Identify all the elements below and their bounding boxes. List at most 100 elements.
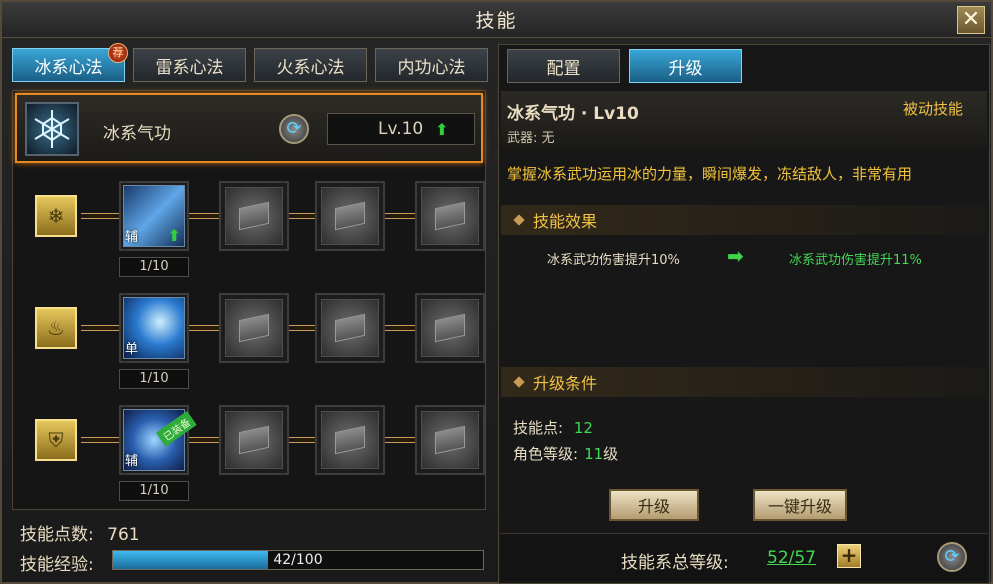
skill-tag: 单 (125, 342, 139, 357)
skill-header: 冰系气功 · Lv10 被动技能 武器: 无 (501, 91, 987, 149)
title-bar: 技能 ✕ (2, 2, 991, 38)
main-skill-level: Lv.10 (378, 119, 424, 139)
skill-type: 被动技能 (902, 100, 963, 118)
connector (385, 213, 415, 219)
skill-exp-text: 42/100 (273, 552, 323, 568)
snowflake-icon: ❄ (35, 195, 77, 237)
window-title: 技能 (475, 10, 518, 32)
connector (189, 213, 219, 219)
skill-window: 技能 ✕ 冰系心法 荐 雷系心法 火系心法 内功心法 冰系气功 ⟳ Lv.10 … (0, 0, 993, 584)
skill-level: 1/10 (119, 481, 189, 501)
ice-crystal-icon (25, 102, 79, 156)
effect-heading: 技能效果 (533, 212, 598, 231)
skill-level: 1/10 (119, 257, 189, 277)
locked-book-icon (321, 411, 379, 469)
cond-level-label: 角色等级: (513, 445, 579, 463)
skill-slot-active[interactable]: 辅 已装备 (119, 405, 197, 475)
condition-heading: 升级条件 (533, 374, 598, 393)
upgrade-arrow-icon: ⬆ (167, 226, 181, 245)
connector (385, 437, 415, 443)
tab-config[interactable]: 配置 (507, 49, 620, 83)
plus-icon[interactable]: + (837, 544, 861, 568)
skill-tree: 冰系气功 ⟳ Lv.10 ⬆ ❄ 辅 ⬆ 1/10 ♨ 单 1/10 ⛨ 辅 已… (12, 90, 486, 510)
main-skill-name: 冰系气功 (103, 124, 171, 144)
condition-section-header: 升级条件 (501, 367, 987, 397)
tab-label: 内功心法 (397, 57, 466, 78)
shield-icon: ⛨ (35, 419, 77, 461)
locked-book-icon (225, 411, 283, 469)
main-skill-level-box: Lv.10 ⬆ (327, 113, 475, 145)
main-skill-card[interactable]: 冰系气功 ⟳ Lv.10 ⬆ (15, 93, 483, 163)
skill-tag: 辅 (125, 454, 139, 469)
skill-level: 1/10 (119, 369, 189, 389)
close-button[interactable]: ✕ (957, 6, 985, 34)
skill-slot-locked[interactable] (315, 293, 385, 363)
connector (81, 325, 121, 331)
cond-points-value: 12 (573, 419, 593, 437)
skill-slot-active[interactable]: 辅 ⬆ (119, 181, 189, 251)
tab-label: 冰系心法 (34, 57, 103, 78)
skill-slot-locked[interactable] (219, 405, 289, 475)
skill-slot-locked[interactable] (415, 405, 485, 475)
skill-points: 技能点数: 761 (20, 520, 140, 545)
connector (81, 213, 121, 219)
skill-slot-locked[interactable] (415, 293, 485, 363)
connector (289, 325, 315, 331)
total-level-label: 技能系总等级: (621, 553, 729, 573)
one-click-upgrade-button[interactable]: 一键升级 (753, 489, 847, 521)
upgrade-arrow-icon: ⬆ (435, 119, 449, 139)
skill-slot-locked[interactable] (315, 181, 385, 251)
connector (289, 213, 315, 219)
skill-slot-locked[interactable] (415, 181, 485, 251)
recommend-badge: 荐 (108, 43, 128, 63)
skill-tree-panel: 冰系心法 荐 雷系心法 火系心法 内功心法 冰系气功 ⟳ Lv.10 ⬆ ❄ 辅… (10, 43, 494, 584)
diamond-icon (513, 376, 525, 388)
skill-slot-active[interactable]: 单 (119, 293, 189, 363)
arrow-right-icon: ➡ (727, 244, 744, 268)
tab-thunder[interactable]: 雷系心法 (133, 48, 246, 82)
refresh-icon[interactable]: ⟳ (937, 542, 967, 572)
skill-tag: 辅 (125, 230, 139, 245)
skill-row: ♨ 单 1/10 (13, 293, 485, 393)
cond-level-unit: 级 (603, 445, 619, 463)
connector (81, 437, 121, 443)
effect-section-header: 技能效果 (501, 205, 987, 235)
skill-exp-label: 技能经验: (20, 555, 94, 575)
tab-ice[interactable]: 冰系心法 荐 (12, 43, 128, 82)
tab-upgrade[interactable]: 升级 (629, 49, 742, 83)
connector (289, 437, 315, 443)
tab-inner[interactable]: 内功心法 (375, 48, 488, 82)
locked-book-icon (225, 187, 283, 245)
skill-slot-locked[interactable] (315, 405, 385, 475)
skill-exp-bar: 42/100 (112, 550, 484, 570)
cond-level-value: 11 (584, 445, 604, 463)
cond-points: 技能点: 12 (513, 417, 593, 438)
total-level-value[interactable]: 52/57 (767, 548, 816, 568)
connector (189, 437, 219, 443)
connector (189, 325, 219, 331)
cond-level: 角色等级: 11级 (513, 443, 618, 464)
skill-slot-locked[interactable] (219, 293, 289, 363)
flame-icon: ♨ (35, 307, 77, 349)
skill-slot-locked[interactable] (219, 181, 289, 251)
skill-row: ❄ 辅 ⬆ 1/10 (13, 181, 485, 281)
effect-current: 冰系武功伤害提升10% (547, 253, 680, 268)
effect-next: 冰系武功伤害提升11% (789, 253, 922, 268)
locked-book-icon (421, 411, 479, 469)
refresh-icon[interactable]: ⟳ (279, 114, 309, 144)
skill-description: 掌握冰系武功运用冰的力量，瞬间爆发，冻结敌人，非常有用 (507, 165, 913, 183)
connector (385, 325, 415, 331)
diamond-icon (513, 214, 525, 226)
skill-points-value: 761 (107, 525, 140, 545)
skill-row: ⛨ 辅 已装备 1/10 (13, 405, 485, 505)
total-level-bar: 技能系总等级: 52/57 + ⟳ (501, 533, 987, 581)
skill-title: 冰系气功 · Lv10 (507, 104, 639, 124)
cond-points-label: 技能点: (513, 419, 564, 437)
locked-book-icon (421, 187, 479, 245)
locked-book-icon (321, 299, 379, 357)
school-tabs: 冰系心法 荐 雷系心法 火系心法 内功心法 (12, 43, 488, 84)
tab-label: 火系心法 (276, 57, 345, 78)
upgrade-button[interactable]: 升级 (609, 489, 699, 521)
locked-book-icon (421, 299, 479, 357)
tab-fire[interactable]: 火系心法 (254, 48, 367, 82)
